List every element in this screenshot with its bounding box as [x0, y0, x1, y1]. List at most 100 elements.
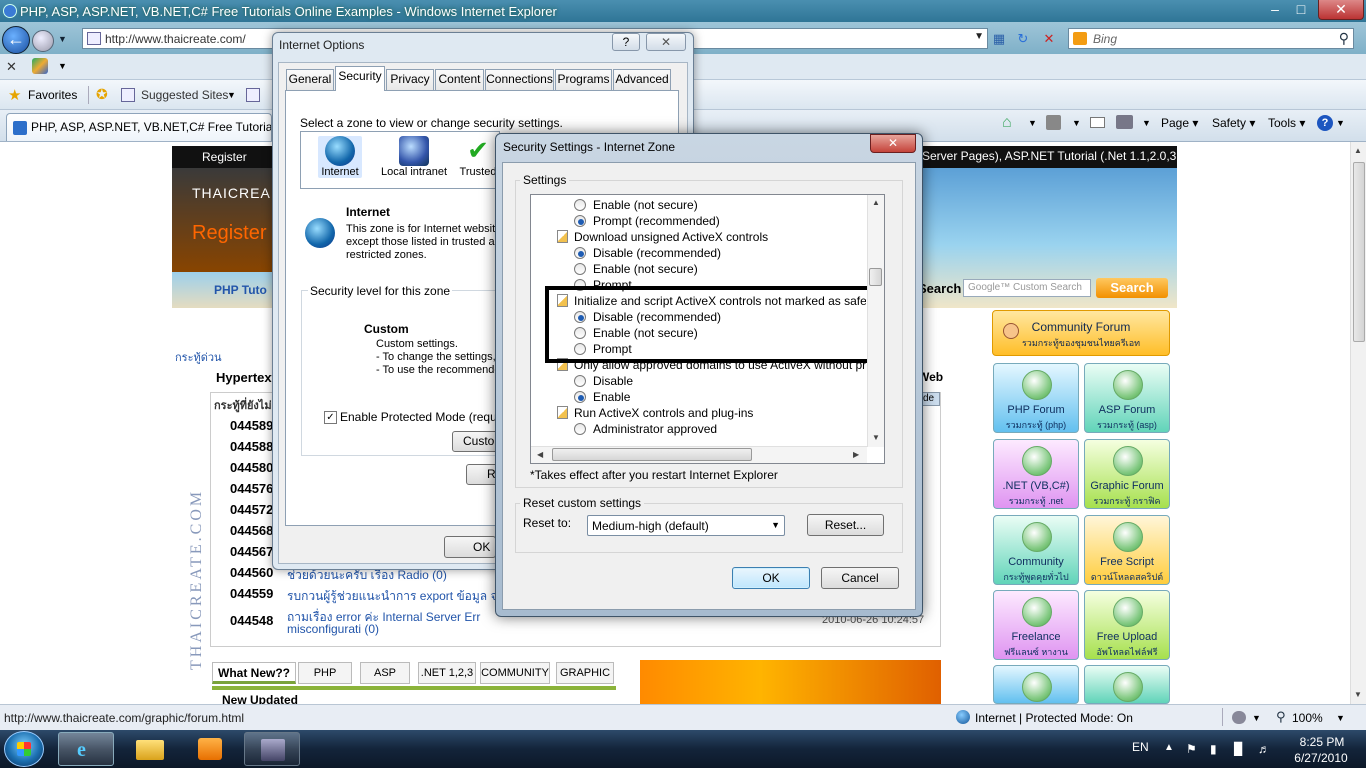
custom-level-button[interactable]: Custom: [452, 431, 500, 452]
scroll-up-icon[interactable]: ▲: [1354, 146, 1362, 155]
orange-ad-banner[interactable]: [640, 660, 941, 704]
clock-date[interactable]: 6/27/2010: [1286, 751, 1356, 765]
setting-option[interactable]: Prompt (recommended): [593, 213, 866, 229]
taskbar-window-button[interactable]: [244, 732, 300, 766]
browser-tab[interactable]: PHP, ASP, ASP.NET, VB.NET,C# Free Tutori…: [6, 113, 272, 141]
address-text[interactable]: http://www.thaicreate.com/: [105, 32, 246, 46]
accelerator-icon[interactable]: [1232, 711, 1246, 724]
volume-icon[interactable]: ♬: [1258, 742, 1272, 756]
tab-connections[interactable]: Connections: [485, 69, 554, 90]
google-search-input[interactable]: Google™ Custom Search: [963, 279, 1091, 297]
tab-security[interactable]: Security: [335, 66, 385, 91]
settings-vertical-scrollbar[interactable]: ▲ ▼: [867, 195, 884, 447]
radio-unselected[interactable]: [574, 263, 586, 275]
maximize-button[interactable]: □: [1288, 0, 1314, 20]
site-tab-whats-new[interactable]: What New??: [212, 662, 296, 684]
page-scroll-thumb[interactable]: [1353, 162, 1365, 342]
community-forum-button[interactable]: Community Forum รวมกระทู้ของชุมชนไทยครีเ…: [992, 310, 1170, 356]
mail-icon[interactable]: [1090, 117, 1105, 128]
dotnet-forum-tile[interactable]: .NET (VB,C#) รวมกระทู้ .net: [993, 439, 1079, 509]
reset-button[interactable]: Reset...: [807, 514, 884, 536]
home-dropdown-icon[interactable]: ▼: [1028, 118, 1037, 128]
show-hidden-icons-icon[interactable]: ▲: [1164, 742, 1174, 753]
io-ok-button[interactable]: OK: [444, 536, 496, 558]
freelance-tile[interactable]: Freelance ฟรีแลนซ์ หางาน: [993, 590, 1079, 660]
help-dropdown-icon[interactable]: ▼: [1336, 118, 1345, 128]
favorites-star-icon[interactable]: ★: [8, 86, 21, 104]
taskbar-explorer-button[interactable]: [122, 732, 178, 766]
zoom-icon[interactable]: ⚲: [1276, 709, 1286, 725]
close-window-button[interactable]: ✕: [1318, 0, 1364, 20]
cancel-button[interactable]: Cancel: [821, 567, 899, 589]
feeds-dropdown-icon[interactable]: ▼: [1072, 118, 1081, 128]
graphic-forum-tile[interactable]: Graphic Forum รวมกระทู้ กราฟิค: [1084, 439, 1170, 509]
accelerator-dropdown-icon[interactable]: ▼: [1252, 713, 1261, 723]
print-dropdown-icon[interactable]: ▼: [1142, 118, 1151, 128]
setting-option[interactable]: Disable (recommended): [593, 245, 866, 261]
zoom-dropdown-icon[interactable]: ▼: [1336, 713, 1345, 723]
setting-option[interactable]: Enable: [593, 389, 866, 405]
home-icon[interactable]: ⌂: [1002, 114, 1012, 132]
setting-option[interactable]: Disable: [593, 373, 866, 389]
refresh-icon[interactable]: ↻: [1014, 30, 1032, 48]
help-icon[interactable]: ?: [1317, 115, 1333, 131]
php-tutorial-link[interactable]: PHP Tuto: [214, 283, 267, 297]
tab-programs[interactable]: Programs: [555, 69, 612, 90]
register-banner-text[interactable]: Register: [192, 222, 266, 245]
tools-menu[interactable]: Tools ▾: [1268, 116, 1305, 130]
recent-pages-dropdown-icon[interactable]: ▼: [58, 32, 70, 46]
addon-dropdown-icon[interactable]: ▼: [58, 61, 67, 71]
free-upload-tile[interactable]: Free Upload อัพโหลดไฟล์ฟรี: [1084, 590, 1170, 660]
forum-tile-partial[interactable]: [1084, 665, 1170, 704]
minimize-button[interactable]: –: [1262, 0, 1288, 20]
search-box[interactable]: Bing ⚲: [1068, 28, 1354, 49]
compatibility-view-icon[interactable]: ▦: [990, 30, 1008, 48]
radio-unselected[interactable]: [574, 375, 586, 387]
address-dropdown-icon[interactable]: ▼: [974, 31, 984, 42]
setting-option[interactable]: Administrator approved: [593, 421, 866, 437]
site-logo[interactable]: THAICREA: [192, 185, 271, 201]
site-tab-dotnet[interactable]: .NET 1,2,3: [418, 662, 476, 684]
protected-mode-label[interactable]: Enable Protected Mode (requires: [340, 410, 498, 424]
favorites-button[interactable]: Favorites: [28, 88, 77, 102]
settings-horizontal-thumb[interactable]: [552, 448, 752, 461]
search-magnifier-icon[interactable]: ⚲: [1339, 30, 1349, 47]
scroll-left-icon[interactable]: ◀: [537, 450, 543, 459]
forum-tile-partial[interactable]: [993, 665, 1079, 704]
page-scrollbar[interactable]: ▲ ▼: [1350, 142, 1366, 704]
settings-vertical-thumb[interactable]: [869, 268, 882, 286]
add-to-favorites-icon[interactable]: ✪: [96, 86, 108, 103]
ok-button[interactable]: OK: [732, 567, 810, 589]
zone-local-intranet[interactable]: Local intranet: [378, 136, 450, 178]
web-slice-icon[interactable]: [246, 88, 260, 102]
topic-title-link[interactable]: misconfigurati (0): [287, 622, 379, 636]
search-placeholder[interactable]: Bing: [1093, 32, 1117, 46]
protected-mode-checkbox[interactable]: ✓: [324, 411, 337, 424]
topic-title-link[interactable]: รบกวนผู้รู้ช่วยแนะนำการ export ข้อมูล จ: [287, 587, 498, 606]
site-search-button[interactable]: Search: [1096, 278, 1168, 298]
setting-option[interactable]: Enable (not secure): [593, 261, 866, 277]
site-tab-community[interactable]: COMMUNITY: [480, 662, 550, 684]
suggested-sites-link[interactable]: Suggested Sites: [141, 88, 228, 102]
scroll-down-icon[interactable]: ▼: [872, 433, 880, 442]
scroll-right-icon[interactable]: ▶: [853, 450, 859, 459]
register-link[interactable]: Register: [202, 150, 247, 164]
site-tab-php[interactable]: PHP: [298, 662, 352, 684]
security-zone-status[interactable]: Internet | Protected Mode: On: [975, 711, 1133, 725]
taskbar-ie-button[interactable]: e: [58, 732, 114, 766]
chevron-down-icon[interactable]: ▼: [771, 520, 780, 530]
tab-advanced[interactable]: Advanced: [613, 69, 671, 90]
safety-menu[interactable]: Safety ▾: [1212, 116, 1255, 130]
tab-content[interactable]: Content: [435, 69, 484, 90]
site-tab-asp[interactable]: ASP: [360, 662, 410, 684]
setting-option[interactable]: Enable (not secure): [593, 197, 866, 213]
io-close-button[interactable]: ✕: [646, 33, 686, 51]
feeds-icon[interactable]: [1046, 115, 1061, 130]
site-tab-graphic[interactable]: GRAPHIC: [556, 662, 614, 684]
radio-selected[interactable]: [574, 391, 586, 403]
addon-icon[interactable]: [32, 58, 48, 74]
zone-internet[interactable]: Internet: [318, 136, 362, 178]
action-center-flag-icon[interactable]: ⚑: [1186, 742, 1200, 756]
scroll-down-icon[interactable]: ▼: [1354, 690, 1362, 699]
page-menu[interactable]: Page ▾: [1161, 116, 1198, 130]
